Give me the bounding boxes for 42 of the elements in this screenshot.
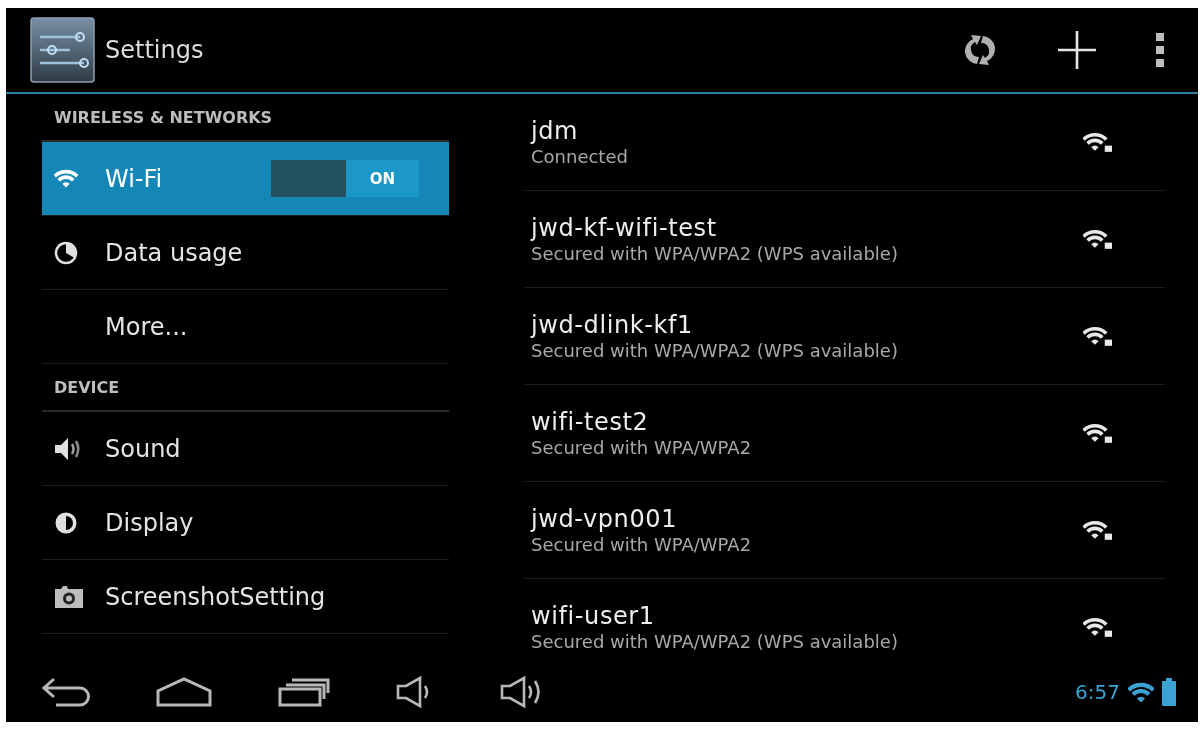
settings-item[interactable]: Data usage bbox=[42, 216, 449, 290]
settings-item[interactable]: More... bbox=[42, 290, 449, 364]
wifi-signal-lock-icon bbox=[1083, 422, 1112, 444]
camera-icon bbox=[54, 584, 84, 609]
network-name[interactable]: wifi-test2 bbox=[531, 407, 649, 436]
settings-item[interactable]: Sound bbox=[42, 412, 449, 486]
wifi-icon bbox=[54, 169, 78, 188]
settings-app-icon[interactable] bbox=[30, 17, 95, 83]
recent-apps-icon[interactable] bbox=[278, 677, 330, 707]
network-status: Connected bbox=[531, 145, 628, 168]
pie-chart-icon bbox=[54, 240, 78, 265]
speaker-icon bbox=[54, 436, 82, 461]
clock-time: 6:57 bbox=[1075, 680, 1120, 704]
add-icon[interactable] bbox=[1058, 31, 1096, 69]
network-name[interactable]: jwd-kf-wifi-test bbox=[531, 213, 717, 242]
wifi-signal-lock-icon bbox=[1083, 228, 1112, 250]
network-name[interactable]: jwd-dlink-kf1 bbox=[531, 310, 693, 339]
section-header: WIRELESS & NETWORKS bbox=[54, 108, 273, 127]
wifi-signal-lock-icon bbox=[1083, 616, 1112, 638]
network-status: Secured with WPA/WPA2 bbox=[531, 436, 752, 459]
network-name[interactable]: jdm bbox=[531, 116, 579, 145]
screen-title: Settings bbox=[105, 36, 204, 64]
network-name[interactable]: jwd-vpn001 bbox=[531, 504, 677, 533]
settings-item[interactable]: ScreenshotSetting bbox=[42, 560, 449, 634]
network-status: Secured with WPA/WPA2 (WPS available) bbox=[531, 339, 898, 362]
contrast-icon bbox=[54, 510, 78, 535]
home-icon[interactable] bbox=[156, 677, 212, 707]
wifi-signal-lock-icon bbox=[1083, 131, 1112, 153]
wifi-signal-lock-icon bbox=[1083, 325, 1112, 347]
battery-icon bbox=[1162, 678, 1176, 706]
settings-item[interactable]: Wi-Fi ON bbox=[42, 142, 449, 216]
network-status: Secured with WPA/WPA2 (WPS available) bbox=[531, 242, 898, 265]
settings-item[interactable]: Display bbox=[42, 486, 449, 560]
network-status: Secured with WPA/WPA2 (WPS available) bbox=[531, 630, 898, 653]
network-status: Secured with WPA/WPA2 bbox=[531, 533, 752, 556]
back-icon[interactable] bbox=[42, 677, 90, 707]
wifi-signal-lock-icon bbox=[1083, 519, 1112, 541]
section-header: DEVICE bbox=[54, 378, 120, 397]
wifi-icon bbox=[1128, 681, 1154, 703]
sync-icon[interactable] bbox=[962, 33, 998, 67]
more-menu-icon[interactable] bbox=[1156, 33, 1164, 67]
network-name[interactable]: wifi-user1 bbox=[531, 601, 655, 630]
